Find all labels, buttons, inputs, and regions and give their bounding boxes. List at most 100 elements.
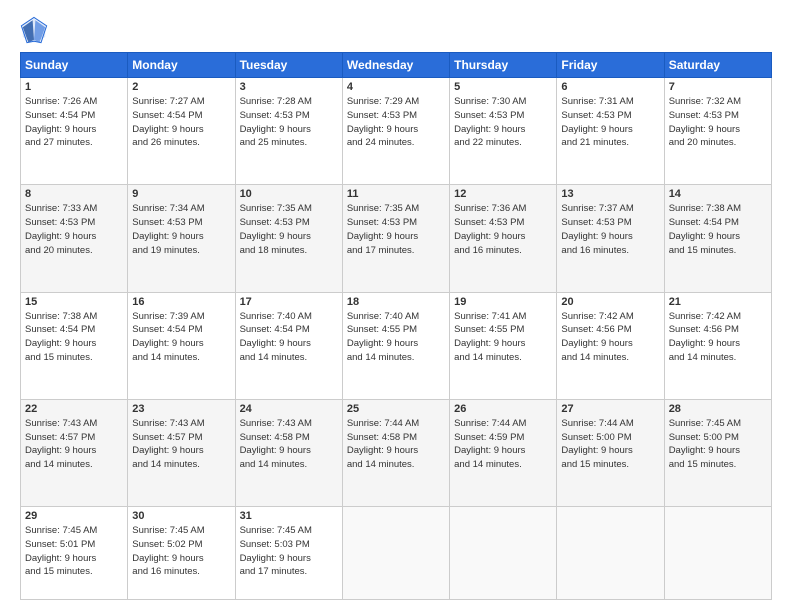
day-number: 30 [132,510,230,522]
sunrise-label: Sunrise: 7:32 AM [669,96,741,107]
calendar-cell: 29 Sunrise: 7:45 AM Sunset: 5:01 PM Dayl… [21,507,128,600]
day-number: 8 [25,188,123,200]
cell-info: Sunrise: 7:45 AM Sunset: 5:03 PM Dayligh… [240,524,338,579]
daylight-label: Daylight: 9 hours [132,445,203,456]
calendar-cell [450,507,557,600]
cell-info: Sunrise: 7:44 AM Sunset: 4:58 PM Dayligh… [347,417,445,472]
cell-info: Sunrise: 7:41 AM Sunset: 4:55 PM Dayligh… [454,310,552,365]
daylight-minutes: and 15 minutes. [561,459,629,470]
day-number: 22 [25,403,123,415]
daylight-minutes: and 14 minutes. [240,352,308,363]
calendar-cell: 18 Sunrise: 7:40 AM Sunset: 4:55 PM Dayl… [342,292,449,399]
daylight-label: Daylight: 9 hours [561,445,632,456]
day-number: 6 [561,81,659,93]
sunset-label: Sunset: 4:59 PM [454,432,524,443]
daylight-minutes: and 14 minutes. [669,352,737,363]
daylight-label: Daylight: 9 hours [561,231,632,242]
daylight-label: Daylight: 9 hours [240,445,311,456]
daylight-label: Daylight: 9 hours [561,338,632,349]
daylight-label: Daylight: 9 hours [669,445,740,456]
day-number: 10 [240,188,338,200]
sunset-label: Sunset: 4:53 PM [669,110,739,121]
cell-info: Sunrise: 7:32 AM Sunset: 4:53 PM Dayligh… [669,95,767,150]
cell-info: Sunrise: 7:38 AM Sunset: 4:54 PM Dayligh… [25,310,123,365]
daylight-minutes: and 14 minutes. [25,459,93,470]
daylight-label: Daylight: 9 hours [132,338,203,349]
day-number: 26 [454,403,552,415]
sunrise-label: Sunrise: 7:44 AM [454,418,526,429]
sunset-label: Sunset: 4:54 PM [132,324,202,335]
day-number: 2 [132,81,230,93]
daylight-minutes: and 17 minutes. [240,566,308,577]
sunrise-label: Sunrise: 7:42 AM [669,311,741,322]
week-row-3: 15 Sunrise: 7:38 AM Sunset: 4:54 PM Dayl… [21,292,772,399]
sunrise-label: Sunrise: 7:43 AM [25,418,97,429]
calendar-cell: 12 Sunrise: 7:36 AM Sunset: 4:53 PM Dayl… [450,185,557,292]
col-header-friday: Friday [557,53,664,78]
daylight-minutes: and 14 minutes. [454,459,522,470]
sunrise-label: Sunrise: 7:31 AM [561,96,633,107]
daylight-minutes: and 24 minutes. [347,137,415,148]
week-row-1: 1 Sunrise: 7:26 AM Sunset: 4:54 PM Dayli… [21,78,772,185]
day-number: 15 [25,296,123,308]
cell-info: Sunrise: 7:44 AM Sunset: 4:59 PM Dayligh… [454,417,552,472]
daylight-minutes: and 17 minutes. [347,245,415,256]
sunset-label: Sunset: 4:58 PM [347,432,417,443]
sunrise-label: Sunrise: 7:34 AM [132,203,204,214]
cell-info: Sunrise: 7:43 AM Sunset: 4:57 PM Dayligh… [25,417,123,472]
day-number: 21 [669,296,767,308]
daylight-label: Daylight: 9 hours [240,338,311,349]
header [20,16,772,44]
col-header-sunday: Sunday [21,53,128,78]
calendar-cell: 20 Sunrise: 7:42 AM Sunset: 4:56 PM Dayl… [557,292,664,399]
daylight-label: Daylight: 9 hours [25,124,96,135]
week-row-5: 29 Sunrise: 7:45 AM Sunset: 5:01 PM Dayl… [21,507,772,600]
calendar-cell: 28 Sunrise: 7:45 AM Sunset: 5:00 PM Dayl… [664,399,771,506]
daylight-label: Daylight: 9 hours [240,553,311,564]
sunrise-label: Sunrise: 7:43 AM [132,418,204,429]
sunrise-label: Sunrise: 7:33 AM [25,203,97,214]
daylight-minutes: and 20 minutes. [669,137,737,148]
sunset-label: Sunset: 4:53 PM [240,217,310,228]
daylight-minutes: and 16 minutes. [561,245,629,256]
cell-info: Sunrise: 7:40 AM Sunset: 4:54 PM Dayligh… [240,310,338,365]
daylight-label: Daylight: 9 hours [132,124,203,135]
week-row-2: 8 Sunrise: 7:33 AM Sunset: 4:53 PM Dayli… [21,185,772,292]
daylight-minutes: and 15 minutes. [25,566,93,577]
day-number: 25 [347,403,445,415]
daylight-minutes: and 16 minutes. [454,245,522,256]
sunrise-label: Sunrise: 7:36 AM [454,203,526,214]
sunrise-label: Sunrise: 7:44 AM [347,418,419,429]
calendar-cell: 6 Sunrise: 7:31 AM Sunset: 4:53 PM Dayli… [557,78,664,185]
daylight-minutes: and 25 minutes. [240,137,308,148]
daylight-label: Daylight: 9 hours [132,231,203,242]
calendar-cell: 11 Sunrise: 7:35 AM Sunset: 4:53 PM Dayl… [342,185,449,292]
sunrise-label: Sunrise: 7:44 AM [561,418,633,429]
sunset-label: Sunset: 4:56 PM [561,324,631,335]
sunset-label: Sunset: 4:53 PM [454,217,524,228]
day-number: 16 [132,296,230,308]
calendar-cell: 5 Sunrise: 7:30 AM Sunset: 4:53 PM Dayli… [450,78,557,185]
day-number: 13 [561,188,659,200]
calendar-cell: 15 Sunrise: 7:38 AM Sunset: 4:54 PM Dayl… [21,292,128,399]
sunset-label: Sunset: 4:53 PM [561,217,631,228]
cell-info: Sunrise: 7:26 AM Sunset: 4:54 PM Dayligh… [25,95,123,150]
day-number: 3 [240,81,338,93]
daylight-label: Daylight: 9 hours [240,124,311,135]
sunrise-label: Sunrise: 7:35 AM [240,203,312,214]
daylight-label: Daylight: 9 hours [347,124,418,135]
sunset-label: Sunset: 4:53 PM [561,110,631,121]
calendar-cell: 14 Sunrise: 7:38 AM Sunset: 4:54 PM Dayl… [664,185,771,292]
cell-info: Sunrise: 7:43 AM Sunset: 4:57 PM Dayligh… [132,417,230,472]
calendar-cell: 1 Sunrise: 7:26 AM Sunset: 4:54 PM Dayli… [21,78,128,185]
sunset-label: Sunset: 5:00 PM [561,432,631,443]
sunset-label: Sunset: 5:02 PM [132,539,202,550]
sunset-label: Sunset: 4:54 PM [25,110,95,121]
day-number: 14 [669,188,767,200]
logo-icon [20,16,48,44]
day-number: 5 [454,81,552,93]
sunset-label: Sunset: 4:53 PM [347,217,417,228]
daylight-minutes: and 20 minutes. [25,245,93,256]
daylight-label: Daylight: 9 hours [561,124,632,135]
day-number: 18 [347,296,445,308]
